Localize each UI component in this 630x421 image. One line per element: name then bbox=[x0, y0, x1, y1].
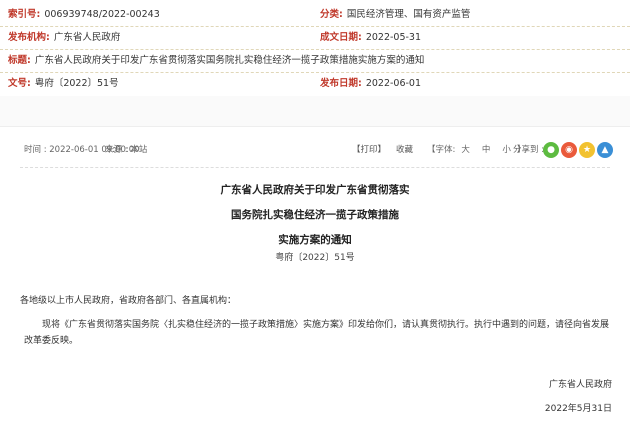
article-toolbar: 时间 : 2022-06-01 09:00:00 来源 : 本站 【打印】 收藏… bbox=[0, 137, 630, 163]
font-size-prefix: 【字体: bbox=[427, 145, 456, 155]
share-label: 分享到 : bbox=[513, 145, 545, 155]
article-paragraph: 现将《广东省贯彻落实国务院〈扎实稳住经济的一揽子政策措施〉实施方案》印发给你们，… bbox=[24, 320, 610, 346]
wechat-icon[interactable]: ● bbox=[543, 142, 559, 158]
pubdate-label: 发布日期: bbox=[320, 78, 362, 89]
print-link[interactable]: 【打印】 bbox=[352, 137, 386, 163]
font-large-button[interactable]: 大 bbox=[461, 145, 470, 155]
written-date-label: 成文日期: bbox=[320, 32, 362, 43]
weibo-icon[interactable]: ◉ bbox=[561, 142, 577, 158]
category-value: 国民经济管理、国有资产监管 bbox=[346, 9, 471, 20]
publisher-value: 广东省人民政府 bbox=[53, 32, 121, 43]
pubdate-value: 2022-06-01 bbox=[365, 78, 422, 89]
written-date-value: 2022-05-31 bbox=[365, 32, 422, 43]
signature-date: 2022年5月31日 bbox=[544, 404, 612, 414]
more-share-icon[interactable]: ▲ bbox=[597, 142, 613, 158]
toolbar-divider bbox=[20, 167, 610, 168]
meta-row-index: 索引号: 006939748/2022-00243 分类: 国民经济管理、国有资产监… bbox=[0, 4, 630, 26]
font-medium-button[interactable]: 中 bbox=[482, 145, 491, 155]
font-small-button[interactable]: 小 bbox=[502, 145, 511, 155]
font-size-switcher: 【字体: 大中小】 bbox=[427, 137, 525, 163]
title-label: 标题: bbox=[8, 55, 31, 66]
article-card: 时间 : 2022-06-01 09:00:00 来源 : 本站 【打印】 收藏… bbox=[0, 126, 630, 421]
article-source: 来源 : 本站 bbox=[105, 145, 148, 155]
meta-row-docno: 文号: 粤府〔2022〕51号 发布日期: 2022-06-01 bbox=[0, 73, 630, 95]
docno-value: 粤府〔2022〕51号 bbox=[34, 78, 119, 89]
favorite-link[interactable]: 收藏 bbox=[396, 137, 413, 163]
qzone-icon[interactable]: ★ bbox=[579, 142, 595, 158]
document-metadata-panel: 索引号: 006939748/2022-00243 分类: 国民经济管理、国有资产监… bbox=[0, 0, 630, 96]
index-label: 索引号: bbox=[8, 9, 41, 20]
meta-row-publisher: 发布机构: 广东省人民政府 成文日期: 2022-05-31 bbox=[0, 27, 630, 49]
index-value: 006939748/2022-00243 bbox=[44, 9, 160, 20]
article-title-line-3: 实施方案的通知 bbox=[278, 234, 352, 246]
signature-organization: 广东省人民政府 bbox=[548, 380, 612, 390]
category-label: 分类: bbox=[320, 9, 343, 20]
article-title-line-2: 国务院扎实稳住经济一揽子政策措施 bbox=[231, 209, 399, 221]
section-gap bbox=[0, 96, 630, 126]
docno-label: 文号: bbox=[8, 78, 31, 89]
article-title-line-1: 广东省人民政府关于印发广东省贯彻落实 bbox=[220, 184, 410, 196]
meta-row-title: 标题: 广东省人民政府关于印发广东省贯彻落实国务院扎实稳住经济一揽子政策措施实施方… bbox=[0, 50, 630, 72]
article-salutation: 各地级以上市人民政府，省政府各部门、各直属机构： bbox=[20, 296, 237, 306]
publisher-label: 发布机构: bbox=[8, 32, 50, 43]
article-doc-number: 粤府〔2022〕51号 bbox=[275, 253, 355, 263]
title-value: 广东省人民政府关于印发广东省贯彻落实国务院扎实稳住经济一揽子政策措施实施方案的通… bbox=[34, 55, 425, 66]
